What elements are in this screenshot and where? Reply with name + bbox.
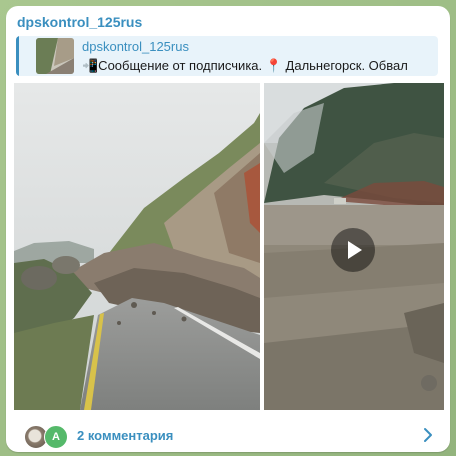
commenter-avatar-letter: A bbox=[44, 425, 68, 449]
reply-text: 📲Сообщение от подписчика. 📍 Дальнегорск.… bbox=[82, 58, 408, 73]
media-album bbox=[14, 83, 444, 410]
chevron-right-icon[interactable] bbox=[421, 427, 435, 443]
comments-bar[interactable]: A 2 комментария bbox=[6, 413, 450, 452]
reply-thumbnail bbox=[36, 38, 74, 74]
reply-preview[interactable]: dpskontrol_125rus 📲Сообщение от подписчи… bbox=[16, 36, 438, 76]
reply-accent-bar bbox=[16, 36, 19, 76]
play-button[interactable] bbox=[331, 228, 375, 272]
message-bubble: dpskontrol_125rus dpskontrol_125rus 📲Соо… bbox=[6, 6, 450, 452]
landslide-video[interactable] bbox=[264, 83, 444, 410]
play-icon bbox=[348, 241, 362, 259]
comments-count[interactable]: 2 комментария bbox=[77, 428, 173, 443]
reply-title: dpskontrol_125rus bbox=[82, 39, 189, 54]
landslide-photo[interactable] bbox=[14, 83, 260, 410]
channel-name[interactable]: dpskontrol_125rus bbox=[17, 14, 142, 30]
